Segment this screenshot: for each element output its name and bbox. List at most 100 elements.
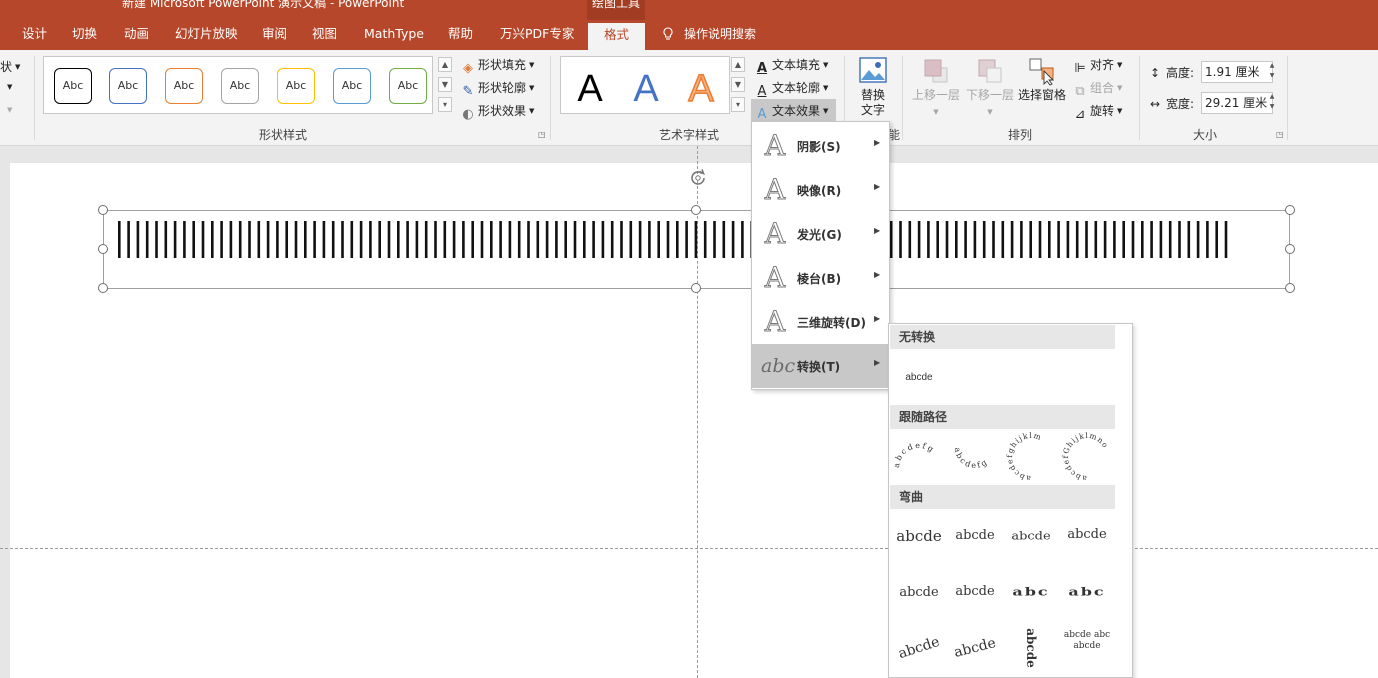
shape-style-thumb[interactable]: Abc xyxy=(389,68,427,104)
ribbon-tabs: 设计 切换 动画 幻灯片放映 审阅 视图 MathType 帮助 万兴PDF专家… xyxy=(0,20,1378,50)
height-input[interactable]: 1.91 厘米 xyxy=(1201,61,1273,83)
tab-animations[interactable]: 动画 xyxy=(124,20,149,50)
dialog-launcher-icon[interactable]: ◳ xyxy=(1276,130,1284,139)
tab-slideshow[interactable]: 幻灯片放映 xyxy=(175,20,238,50)
title-bar: 新建 Microsoft PowerPoint 演示文稿 - PowerPoin… xyxy=(0,0,1378,20)
resize-handle-top[interactable] xyxy=(691,205,701,215)
transform-warp-ring-outside[interactable]: abcde xyxy=(949,568,1001,616)
dropdown-arrow-icon: ▼ xyxy=(529,84,535,92)
transform-warp-arch-down-pour[interactable]: abc xyxy=(1061,575,1113,609)
tab-view[interactable]: 视图 xyxy=(312,20,337,50)
shape-style-thumb[interactable]: Abc xyxy=(54,68,92,104)
dialog-launcher-icon[interactable]: ◳ xyxy=(538,130,546,139)
transform-warp-circle-pour[interactable]: abcde xyxy=(887,617,951,678)
resize-handle-top-left[interactable] xyxy=(98,205,108,215)
menu-item-bevel[interactable]: A 棱台(B) ▶ xyxy=(752,256,889,300)
resize-handle-bottom-right[interactable] xyxy=(1285,283,1295,293)
menu-item-transform[interactable]: abc 转换(T) ▶ xyxy=(752,344,889,388)
tell-me-search[interactable]: 操作说明搜索 xyxy=(662,20,756,50)
submenu-arrow-icon: ▶ xyxy=(874,226,881,235)
tab-format[interactable]: 格式 xyxy=(588,23,646,50)
transform-effect-icon: abc xyxy=(761,355,796,377)
svg-text:abcdefg: abcdefg xyxy=(893,441,937,468)
transform-warp-plain[interactable]: abcde xyxy=(893,512,945,560)
shape-effects-button[interactable]: ◐ 形状效果 ▼ xyxy=(460,102,534,122)
align-icon: ⊫ xyxy=(1074,61,1086,76)
transform-warp-curve-up[interactable]: abcde xyxy=(1007,622,1055,674)
gallery-more-icon[interactable]: ▾ xyxy=(731,97,745,112)
menu-item-reflection[interactable]: A 映像(R) ▶ xyxy=(752,168,889,212)
tab-help[interactable]: 帮助 xyxy=(448,20,473,50)
transform-warp-curve-down[interactable]: abcde abc abcde xyxy=(1061,626,1113,674)
transform-warp-ring-inside[interactable]: abcde xyxy=(893,568,945,616)
menu-item-3d-rotation[interactable]: A 三维旋转(D) ▶ xyxy=(752,300,889,344)
group-label-arrange: 排列 xyxy=(1008,128,1033,142)
rotation-handle-icon[interactable] xyxy=(686,166,710,190)
gallery-more-icon[interactable]: ▾ xyxy=(438,97,452,112)
menu-item-glow[interactable]: A 发光(G) ▶ xyxy=(752,212,889,256)
send-backward-icon xyxy=(978,59,1002,83)
text-fill-button[interactable]: A 文本填充 ▼ xyxy=(754,56,828,76)
height-spin-down-icon[interactable]: ▼ xyxy=(1265,72,1279,82)
align-button[interactable]: ⊫ 对齐 ▼ xyxy=(1072,56,1122,76)
width-icon: ↔ xyxy=(1150,97,1161,111)
submenu-arrow-icon: ▶ xyxy=(874,358,881,367)
transform-warp-button-pour[interactable]: abcde xyxy=(944,618,1006,677)
group-label-wordart-styles: 艺术字样式 xyxy=(659,128,720,142)
transform-arch-up[interactable]: abcdefg xyxy=(893,432,945,480)
send-backward-button[interactable]: 下移一层 ▼ xyxy=(963,56,1017,120)
resize-handle-top-right[interactable] xyxy=(1285,205,1295,215)
tab-mathtype[interactable]: MathType xyxy=(364,20,424,50)
horizontal-guide[interactable] xyxy=(0,548,1378,549)
draw-textbox-cut[interactable]: ▼ xyxy=(4,103,12,117)
wordart-thumb-blue[interactable]: A xyxy=(622,67,670,111)
resize-handle-bottom[interactable] xyxy=(691,283,701,293)
insert-shape-cut[interactable]: 状 ▼ xyxy=(0,58,20,75)
text-effects-button[interactable]: A 文本效果 ▼ xyxy=(751,99,837,122)
gallery-scroll-down-icon[interactable]: ▼ xyxy=(438,77,452,92)
height-spin-up-icon[interactable]: ▲ xyxy=(1265,62,1279,72)
gallery-scroll-up-icon[interactable]: ▲ xyxy=(731,57,745,72)
group-button[interactable]: ⧉ 组合 ▼ xyxy=(1072,79,1122,99)
resize-handle-bottom-left[interactable] xyxy=(98,283,108,293)
edit-shape-cut[interactable]: ▼ xyxy=(4,80,12,94)
transform-warp-triangle[interactable]: abcde xyxy=(1005,516,1057,557)
tab-wondershare-pdf[interactable]: 万兴PDF专家 xyxy=(500,20,574,50)
transform-none[interactable]: abcde xyxy=(893,354,945,402)
transform-circle[interactable]: abcdefghijklm xyxy=(1005,432,1057,480)
tab-design[interactable]: 设计 xyxy=(22,20,47,50)
shape-style-thumb[interactable]: Abc xyxy=(333,68,371,104)
reflection-effect-icon: A xyxy=(764,173,786,206)
transform-warp-chevron[interactable]: abcde xyxy=(1061,512,1113,560)
transform-submenu: 无转换 abcde 跟随路径 abcdefg abcdefg abcdefghi… xyxy=(888,323,1133,678)
shape-style-thumb[interactable]: Abc xyxy=(109,68,147,104)
shape-style-thumb[interactable]: Abc xyxy=(221,68,259,104)
tab-review[interactable]: 审阅 xyxy=(262,20,287,50)
shape-outline-button[interactable]: ✎ 形状轮廓 ▼ xyxy=(460,79,535,99)
bring-forward-button[interactable]: 上移一层 ▼ xyxy=(909,56,963,120)
gallery-scroll-down-icon[interactable]: ▼ xyxy=(731,77,745,92)
transform-arch-down[interactable]: abcdefg xyxy=(949,432,1001,480)
selection-pane-button[interactable]: 选择窗格 xyxy=(1016,56,1068,103)
transform-warp-stop[interactable]: abcde xyxy=(949,512,1001,560)
text-outline-button[interactable]: A 文本轮廓 ▼ xyxy=(754,79,829,99)
text-effects-icon: A xyxy=(757,107,767,122)
transform-button[interactable]: abcdefGhijklmno xyxy=(1061,432,1113,480)
shape-fill-button[interactable]: ◈ 形状填充 ▼ xyxy=(460,56,534,76)
shape-style-thumb[interactable]: Abc xyxy=(165,68,203,104)
menu-item-shadow[interactable]: A 阴影(S) ▶ xyxy=(752,124,889,168)
width-input[interactable]: 29.21 厘米 xyxy=(1201,92,1273,114)
resize-handle-left[interactable] xyxy=(98,244,108,254)
gallery-scroll-up-icon[interactable]: ▲ xyxy=(438,57,452,72)
resize-handle-right[interactable] xyxy=(1285,244,1295,254)
width-spin-up-icon[interactable]: ▲ xyxy=(1265,93,1279,103)
tab-transitions[interactable]: 切换 xyxy=(72,20,97,50)
alt-text-button[interactable]: 替换 文字 xyxy=(853,56,893,118)
wordart-thumb-black[interactable]: A xyxy=(566,67,614,111)
width-spin-down-icon[interactable]: ▼ xyxy=(1265,103,1279,113)
wordart-thumb-orange[interactable]: A xyxy=(677,67,725,111)
shape-style-thumb[interactable]: Abc xyxy=(277,68,315,104)
transform-warp-arch-up-pour[interactable]: abc xyxy=(1005,575,1057,609)
context-tab-group-label: 绘图工具 xyxy=(587,0,645,20)
rotate-button[interactable]: ⊿ 旋转 ▼ xyxy=(1072,102,1123,122)
